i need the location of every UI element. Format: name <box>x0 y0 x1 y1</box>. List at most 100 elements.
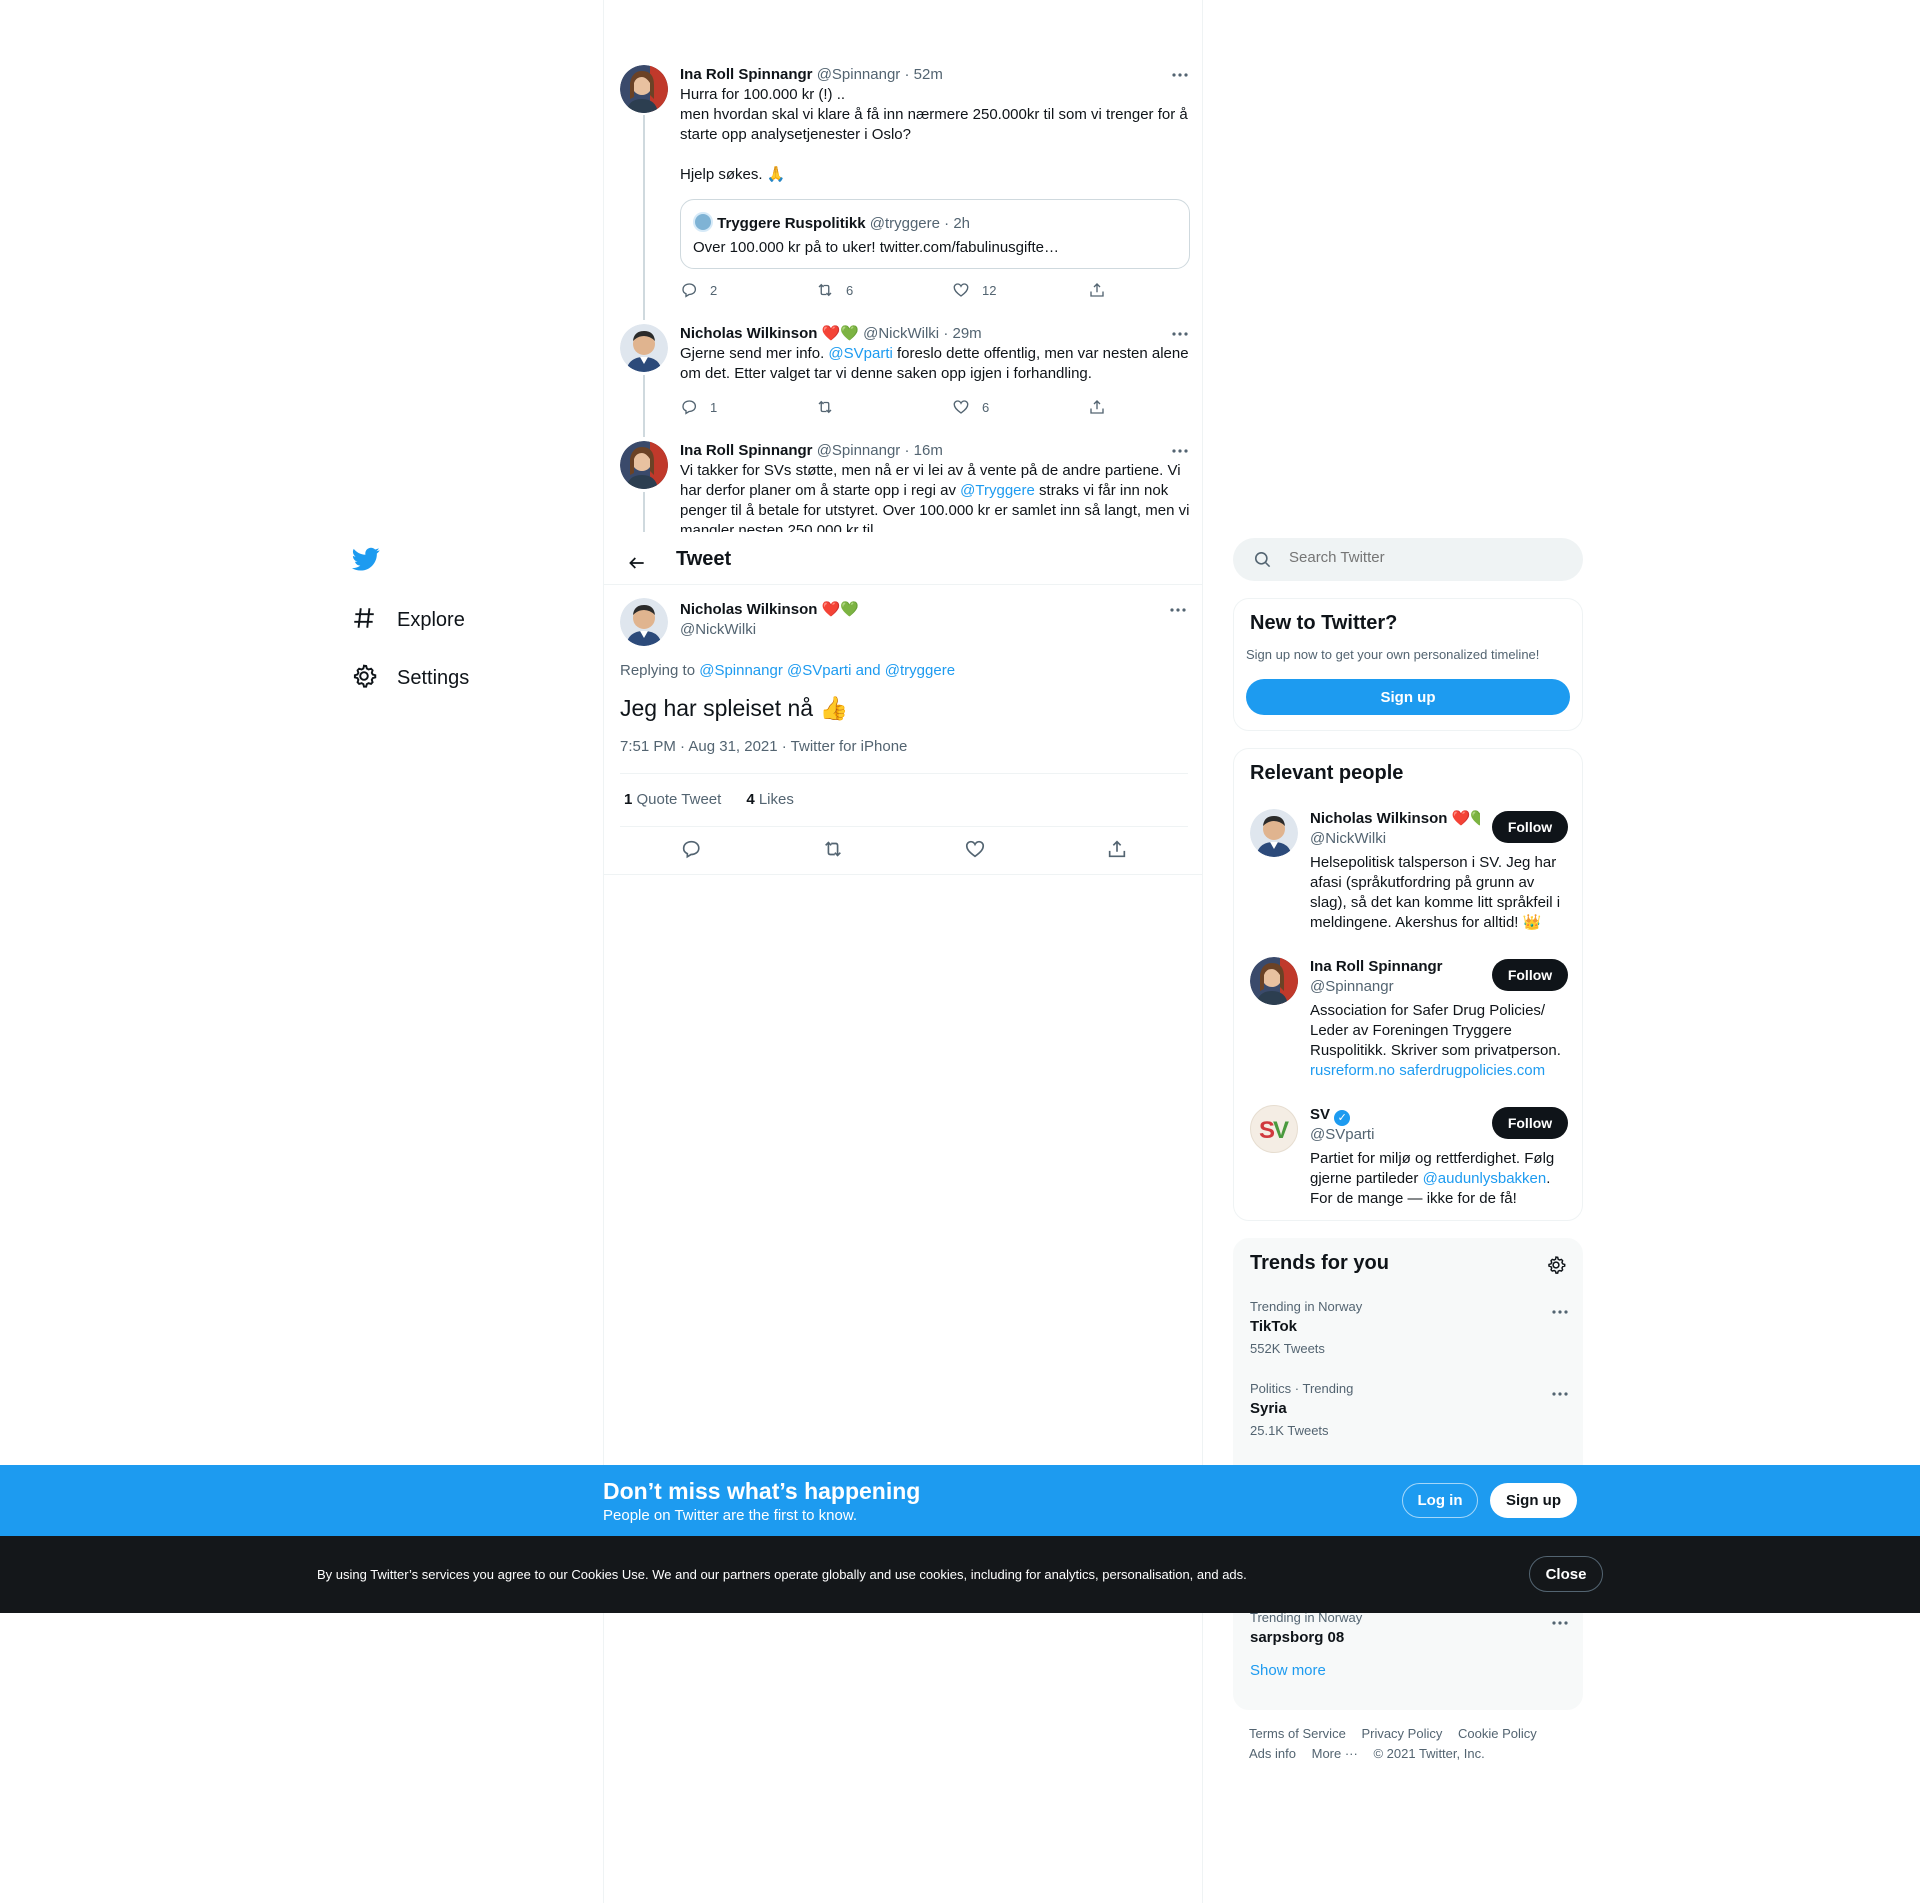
retweet-button[interactable] <box>822 838 844 864</box>
tweet-actions: 2 6 12 <box>680 281 1112 299</box>
follow-button[interactable]: Follow <box>1492 811 1568 843</box>
avatar[interactable] <box>1250 957 1298 1005</box>
ads-info-link[interactable]: Ads info <box>1249 1746 1296 1761</box>
tweet-timestamp[interactable]: 7:51 PM · Aug 31, 2021 · Twitter for iPh… <box>620 738 907 755</box>
terms-link[interactable]: Terms of Service <box>1249 1726 1346 1741</box>
sign-up-button[interactable]: Sign up <box>1490 1483 1577 1518</box>
trend-item[interactable]: Trending in Norway TikTok 552K Tweets <box>1250 1299 1568 1357</box>
mention-link[interactable]: @audunlysbakken <box>1423 1170 1547 1187</box>
cookie-policy-link[interactable]: Cookie Policy <box>1458 1726 1537 1741</box>
twitter-logo-icon[interactable] <box>351 545 381 573</box>
person-handle[interactable]: @NickWilki <box>1310 829 1386 849</box>
more-options-icon[interactable] <box>1170 65 1190 85</box>
follow-button[interactable]: Follow <box>1492 1107 1568 1139</box>
author-handle[interactable]: @Spinnangr <box>817 442 901 459</box>
show-more-link[interactable]: Show more <box>1250 1662 1326 1679</box>
tweet-actions: 1 6 <box>680 398 1112 416</box>
tweet-text: Hurra for 100.000 kr (!) .. <box>680 86 846 103</box>
more-options-icon[interactable] <box>1552 1383 1568 1400</box>
back-button[interactable] <box>620 546 654 580</box>
page-title: Tweet <box>676 548 732 570</box>
person-item[interactable]: Nicholas Wilkinson ❤️💚 @NickWilki Follow… <box>1250 809 1568 939</box>
person-handle[interactable]: @Spinnangr <box>1310 977 1394 997</box>
nav-explore[interactable]: Explore <box>351 603 465 637</box>
reply-button[interactable] <box>680 838 702 864</box>
author-handle[interactable]: @Spinnangr <box>817 66 901 83</box>
new-to-twitter-card: New to Twitter? Sign up now to get your … <box>1233 598 1583 731</box>
avatar[interactable] <box>620 598 668 646</box>
divider <box>604 874 1202 875</box>
person-item[interactable]: SV SV ✓ @SVparti Follow Partiet for milj… <box>1250 1105 1568 1215</box>
log-in-button[interactable]: Log in <box>1402 1483 1478 1518</box>
trend-item[interactable]: Politics · Trending Syria 25.1K Tweets <box>1250 1381 1568 1439</box>
mention-link[interactable]: @Tryggere <box>960 482 1035 499</box>
author-handle[interactable]: @NickWilki <box>680 620 859 640</box>
retweet-button[interactable] <box>816 398 924 416</box>
person-name[interactable]: SV ✓ <box>1310 1105 1480 1126</box>
person-name[interactable]: Nicholas Wilkinson ❤️💚 <box>1310 809 1480 829</box>
author-name[interactable]: Ina Roll Spinnangr <box>680 442 813 459</box>
author-name[interactable]: Nicholas Wilkinson <box>680 325 817 342</box>
more-options-icon[interactable] <box>1168 600 1188 620</box>
like-button[interactable]: 12 <box>952 281 1060 299</box>
mention-link[interactable]: @SVparti <box>828 345 892 362</box>
bio-links[interactable]: rusreform.no saferdrugpolicies.com <box>1310 1062 1545 1079</box>
person-handle[interactable]: @SVparti <box>1310 1125 1374 1145</box>
likes-stat[interactable]: 4 Likes <box>746 791 794 808</box>
search-box[interactable] <box>1233 538 1583 581</box>
share-button[interactable] <box>1106 838 1128 864</box>
author-handle[interactable]: @NickWilki <box>863 325 939 342</box>
sign-up-button[interactable]: Sign up <box>1246 679 1570 715</box>
person-bio: Association for Safer Drug Policies/ Led… <box>1310 1002 1561 1079</box>
tweet-time[interactable]: · 52m <box>904 66 942 83</box>
person-item[interactable]: Ina Roll Spinnangr @Spinnangr Follow Ass… <box>1250 957 1568 1087</box>
retweet-button[interactable]: 6 <box>816 281 924 299</box>
avatar[interactable] <box>620 441 668 489</box>
more-options-icon[interactable] <box>1170 441 1190 461</box>
search-icon <box>1254 551 1271 568</box>
retweet-count: 6 <box>846 282 854 298</box>
quote-avatar <box>693 212 713 232</box>
gear-icon[interactable] <box>1546 1255 1566 1279</box>
back-arrow-icon <box>629 557 644 569</box>
thread-tweet-2[interactable]: Nicholas Wilkinson ❤️💚 @NickWilki · 29m … <box>620 324 1190 424</box>
person-name[interactable]: Ina Roll Spinnangr <box>1310 957 1480 977</box>
more-options-icon[interactable] <box>1552 1301 1568 1318</box>
more-link[interactable]: More ··· <box>1312 1746 1358 1761</box>
reply-button[interactable]: 1 <box>680 398 788 416</box>
replying-to-mentions[interactable]: @Spinnangr @SVparti and @tryggere <box>699 662 955 679</box>
author-name[interactable]: Ina Roll Spinnangr <box>680 66 813 83</box>
follow-button[interactable]: Follow <box>1492 959 1568 991</box>
card-title: New to Twitter? <box>1250 612 1398 634</box>
like-button[interactable] <box>964 838 986 864</box>
more-options-icon[interactable] <box>1552 1612 1568 1629</box>
author-name[interactable]: Nicholas Wilkinson <box>680 601 817 618</box>
nav-settings[interactable]: Settings <box>351 661 469 695</box>
thread-tweet-3[interactable]: Ina Roll Spinnangr @Spinnangr · 16m Vi t… <box>620 441 1190 532</box>
replying-to: Replying to @Spinnangr @SVparti and @try… <box>620 662 956 679</box>
cookie-consent-bar: By using Twitter’s services you agree to… <box>0 1536 1920 1613</box>
avatar[interactable] <box>1250 809 1298 857</box>
retweet-icon <box>825 841 841 857</box>
heart-icon <box>953 400 969 414</box>
more-options-icon[interactable] <box>1170 324 1190 344</box>
trend-item[interactable]: Trending in Norway sarpsborg 08 <box>1250 1610 1568 1648</box>
hashtag-icon <box>351 605 377 635</box>
like-button[interactable]: 6 <box>952 398 1060 416</box>
search-input[interactable] <box>1289 549 1559 566</box>
share-button[interactable] <box>1088 281 1112 299</box>
avatar[interactable] <box>620 65 668 113</box>
avatar[interactable]: SV <box>1250 1105 1298 1153</box>
quote-tweet-card[interactable]: Tryggere Ruspolitikk @tryggere · 2h Over… <box>680 199 1190 269</box>
reply-button[interactable]: 2 <box>680 281 788 299</box>
tweet-time[interactable]: · 29m <box>943 325 981 342</box>
share-icon <box>1108 840 1126 858</box>
share-button[interactable] <box>1088 398 1112 416</box>
avatar[interactable] <box>620 324 668 372</box>
tweet-stats: 1 Quote Tweet 4 Likes <box>624 791 794 808</box>
quote-tweet-stat[interactable]: 1 Quote Tweet <box>624 791 721 808</box>
tweet-time[interactable]: · 16m <box>904 442 942 459</box>
close-button[interactable]: Close <box>1529 1556 1603 1592</box>
thread-tweet-1[interactable]: Ina Roll Spinnangr @Spinnangr · 52m Hurr… <box>620 65 1190 305</box>
privacy-link[interactable]: Privacy Policy <box>1361 1726 1442 1741</box>
